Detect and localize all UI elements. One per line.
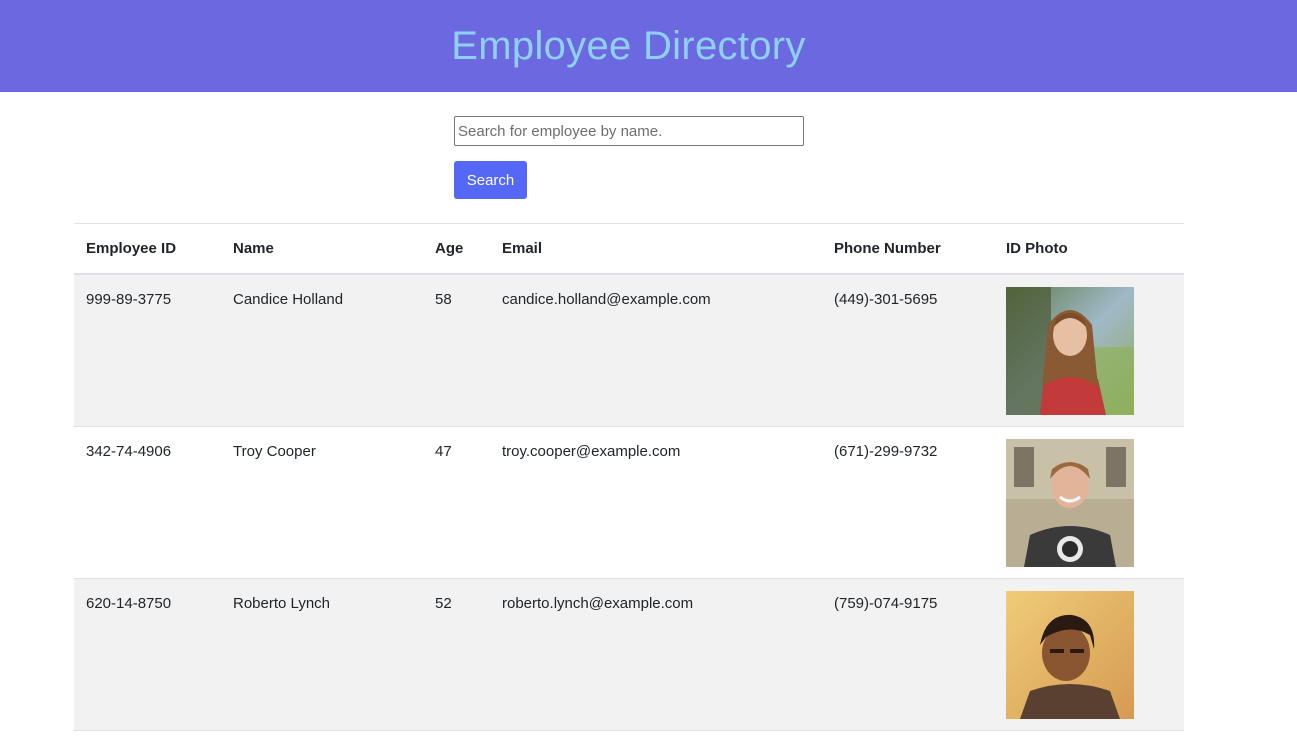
employee-id-cell: 342-74-4906 <box>74 426 221 579</box>
employee-id-cell: 620-14-8750 <box>74 578 221 731</box>
employee-photo-cell <box>994 426 1184 579</box>
employee-email-cell: candice.holland@example.com <box>490 274 822 427</box>
table-row: 999-89-3775 Candice Holland 58 candice.h… <box>74 274 1184 427</box>
column-header-age[interactable]: Age <box>423 223 490 275</box>
employee-phone-cell: (671)-299-9732 <box>822 426 994 579</box>
header-bar: Employee Directory <box>0 0 1297 92</box>
employee-name-cell: Candice Holland <box>221 274 423 427</box>
table-row: 620-14-8750 Roberto Lynch 52 roberto.lyn… <box>74 578 1184 731</box>
employee-age-cell: 58 <box>423 274 490 427</box>
employee-phone-cell: (759)-074-9175 <box>822 578 994 731</box>
employee-age-cell: 47 <box>423 426 490 579</box>
employee-photo-cell <box>994 274 1184 427</box>
employee-photo-cell <box>994 578 1184 731</box>
column-header-photo: ID Photo <box>994 223 1184 275</box>
search-input[interactable] <box>454 116 804 146</box>
employee-name-cell: Roberto Lynch <box>221 578 423 731</box>
employee-name-cell: Troy Cooper <box>221 426 423 579</box>
employee-id-cell: 999-89-3775 <box>74 274 221 427</box>
column-header-phone[interactable]: Phone Number <box>822 223 994 275</box>
page-title: Employee Directory <box>451 23 806 68</box>
column-header-employee-id[interactable]: Employee ID <box>74 223 221 275</box>
employee-table-wrapper: Employee ID Name Age Email Phone Number … <box>74 223 1184 731</box>
table-header-row: Employee ID Name Age Email Phone Number … <box>74 223 1184 275</box>
employee-photo <box>1006 287 1134 415</box>
employee-photo <box>1006 438 1134 567</box>
table-row: 342-74-4906 Troy Cooper 47 troy.cooper@e… <box>74 426 1184 579</box>
employee-email-cell: roberto.lynch@example.com <box>490 578 822 731</box>
column-header-email[interactable]: Email <box>490 223 822 275</box>
employee-table: Employee ID Name Age Email Phone Number … <box>74 223 1184 731</box>
employee-email-cell: troy.cooper@example.com <box>490 426 822 579</box>
search-area: Search <box>0 92 1297 223</box>
employee-age-cell: 52 <box>423 578 490 731</box>
employee-photo <box>1006 590 1134 719</box>
search-button[interactable]: Search <box>454 161 527 199</box>
employee-phone-cell: (449)-301-5695 <box>822 274 994 427</box>
column-header-name[interactable]: Name <box>221 223 423 275</box>
